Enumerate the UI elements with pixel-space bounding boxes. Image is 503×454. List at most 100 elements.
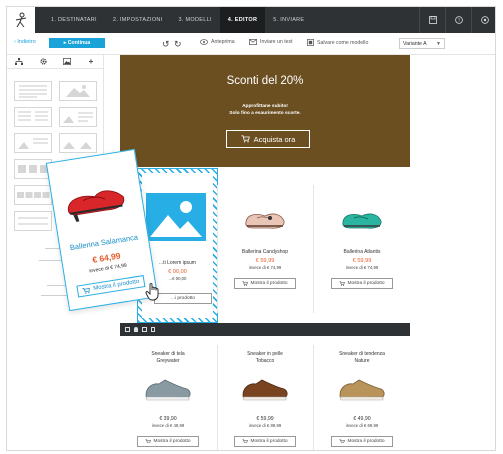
product-button-label: ...i prodotto (171, 296, 195, 301)
hero-subtitle-line1: Approfittane subito! (242, 104, 288, 109)
svg-text:?: ? (457, 18, 460, 23)
image-icon (63, 58, 71, 65)
drag-trail (41, 295, 69, 296)
ballerina-shoe-icon (245, 213, 285, 229)
product-image (217, 364, 313, 414)
product-price: € 49,90 (353, 416, 371, 422)
cart-icon (242, 439, 249, 443)
save-icon[interactable] (419, 7, 445, 33)
tab-modelli[interactable]: 3. MODELLI (171, 7, 220, 33)
panel-tabs: + (7, 55, 103, 69)
preview-button[interactable]: Anteprima (200, 39, 235, 45)
product-button-label: Mostra il prodotto (347, 280, 385, 286)
save-model-button[interactable]: Salvare come modello (307, 39, 368, 46)
redo-icon[interactable]: ↻ (174, 39, 182, 50)
product-button[interactable]: Mostra il prodotto (234, 436, 296, 447)
sneaker-icon (242, 379, 288, 401)
image-tab[interactable] (55, 55, 79, 68)
tab-destinatari[interactable]: 1. DESTINATARI (43, 7, 105, 33)
variant-select[interactable]: Variante A ▼ (399, 38, 445, 49)
sitemap-icon (15, 58, 23, 65)
editor-toolbar: ‹ Indietro ▸ Continua ↺ ↻ Anteprima Invi… (7, 33, 495, 55)
block-image-2col[interactable] (59, 133, 97, 153)
user-icon[interactable] (134, 327, 138, 332)
product-price: € 59,99 (352, 257, 372, 264)
block-image-left[interactable] (14, 133, 52, 153)
product-price: € 59,99 (256, 416, 274, 422)
continue-button[interactable]: ▸ Continua (49, 38, 105, 48)
product-old-price: invece di € 74,99 (345, 264, 379, 270)
product-card[interactable]: Sneaker di tendenza Nature € 49,90 invec… (314, 351, 410, 447)
product-button[interactable]: Mostra il prodotto (234, 277, 296, 289)
product-price: € 39,90 (159, 416, 177, 422)
send-test-button[interactable]: Inviare un test (249, 39, 293, 45)
product-button-label: Mostra il prodotto (250, 280, 288, 286)
card-product-button[interactable]: Mostra il prodotto (76, 275, 146, 298)
continue-label: Continua (67, 40, 91, 46)
product-old-price: invece di € 49,99 (151, 423, 185, 428)
hero-banner[interactable]: Sconti del 20% Approfittane subito! Solo… (120, 55, 410, 167)
trash-icon[interactable] (151, 327, 155, 332)
sneaker-icon (145, 379, 191, 401)
add-tab[interactable]: + (79, 55, 103, 68)
hand-cursor-icon (145, 283, 159, 301)
tab-inviare[interactable]: 5. INVIARE (265, 7, 312, 33)
cart-icon (339, 280, 346, 286)
product-old-price: invece di € 69,99 (345, 423, 379, 428)
help-icon[interactable]: ? (445, 7, 471, 33)
back-link[interactable]: ‹ Indietro (14, 39, 36, 45)
hero-title: Sconti del 20% (226, 75, 304, 87)
back-label: Indietro (17, 39, 36, 45)
red-shoe-image (67, 190, 125, 222)
product-image (120, 364, 216, 414)
product-card[interactable]: Sneaker in pelle Tobacco € 59,99 invece … (217, 351, 313, 447)
hero-cta-button[interactable]: Acquista ora (226, 130, 310, 148)
variant-value: Variante A (403, 40, 427, 47)
layout-icon[interactable] (125, 327, 130, 332)
block-products-4[interactable] (14, 185, 52, 205)
sneaker-icon (339, 379, 385, 401)
template-icon (307, 39, 314, 46)
mail-icon (249, 39, 257, 45)
product-button[interactable]: Mostra il prodotto (331, 277, 393, 289)
product-button[interactable]: Mostra il prodotto (331, 436, 393, 447)
tab-editor[interactable]: 4. EDITOR (219, 7, 266, 33)
send-test-label: Inviare un test (260, 39, 293, 45)
hero-cta-label: Acquista ora (253, 134, 296, 144)
logo (7, 7, 35, 33)
product-price: € 59,99 (255, 257, 275, 264)
cart-icon (241, 135, 250, 143)
block-image[interactable] (59, 81, 97, 101)
block-divider[interactable] (14, 211, 52, 231)
product-old-price: invece di € 74,99 (248, 264, 282, 270)
block-text-2col[interactable] (14, 107, 52, 127)
hero-subtitle-line2: Solo fino a esaurimento scorte. (229, 111, 301, 116)
cart-icon (82, 287, 90, 294)
settings-icon[interactable] (471, 7, 495, 33)
product-card[interactable]: Sneaker di tela Greywater € 39,90 invece… (120, 351, 216, 447)
product-image (217, 189, 313, 249)
app-window: 1. DESTINATARI 2. IMPOSTAZIONI 3. MODELL… (6, 6, 496, 451)
save-model-label: Salvare come modello (317, 39, 369, 46)
step-tabs: 1. DESTINATARI 2. IMPOSTAZIONI 3. MODELL… (43, 7, 312, 33)
product-card[interactable]: Ballerina Atlantis € 59,99 invece di € 7… (314, 189, 410, 289)
structure-tab[interactable] (7, 55, 31, 68)
top-nav: 1. DESTINATARI 2. IMPOSTAZIONI 3. MODELL… (7, 7, 495, 33)
tab-impostazioni[interactable]: 2. IMPOSTAZIONI (105, 7, 171, 33)
preview-label: Anteprima (211, 39, 235, 45)
ballerina-shoe-icon (342, 213, 382, 229)
chevron-down-icon: ▼ (436, 40, 441, 47)
settings-tab[interactable] (31, 55, 55, 68)
chevron-left-icon: ‹ (14, 39, 16, 45)
product-button[interactable]: Mostra il prodotto (137, 436, 199, 447)
product-button-label: Mostra il prodotto (347, 439, 385, 444)
card-button-label: Mostra il prodotto (92, 278, 140, 293)
gear-icon (39, 58, 47, 65)
undo-icon[interactable]: ↺ (162, 39, 170, 50)
block-image-text[interactable] (59, 107, 97, 127)
block-text[interactable] (14, 81, 52, 101)
image-placeholder-icon (146, 193, 206, 241)
hero-subtitle: Approfittane subito! Solo fino a esaurim… (120, 103, 410, 117)
copy-icon[interactable] (142, 327, 147, 332)
product-card[interactable]: Ballerina Candyshop € 59,99 invece di € … (217, 189, 313, 289)
